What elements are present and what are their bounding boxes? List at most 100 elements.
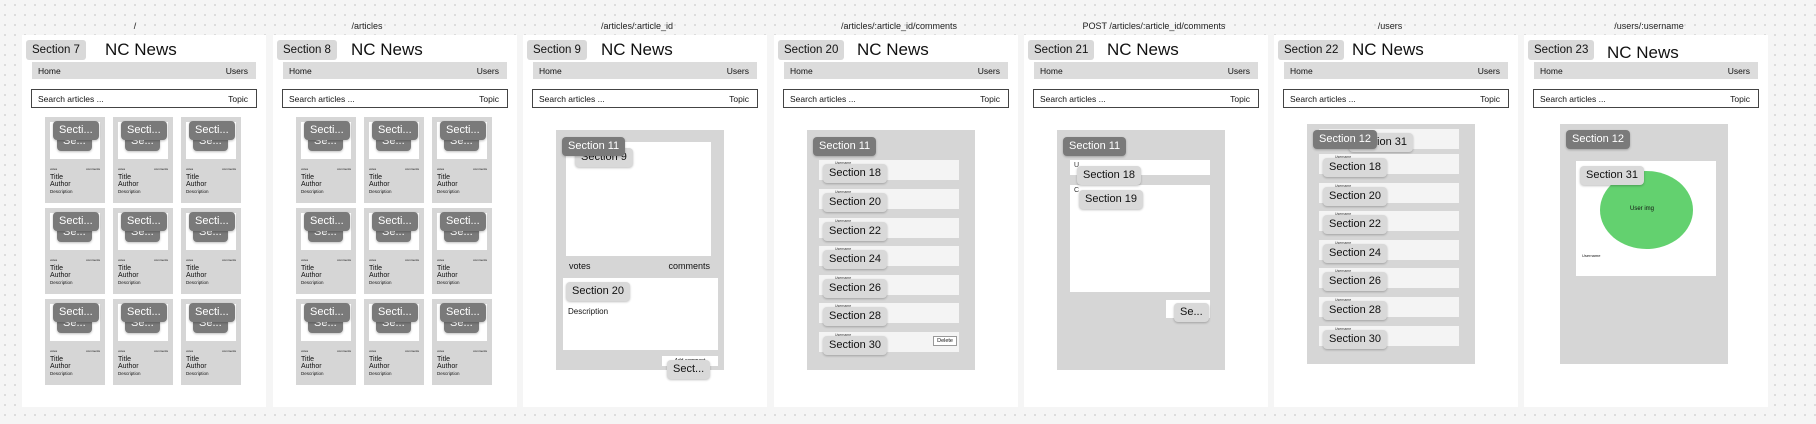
frame-home: Section 7 NC News Home Users Search arti… — [22, 35, 266, 407]
panel-section-tag: Section 12 — [1313, 130, 1377, 149]
topic-dropdown[interactable]: Topic — [1730, 94, 1750, 104]
username-label: Username — [1582, 253, 1601, 258]
article-card[interactable]: Se... Secti... votes comments Title Author Des… — [113, 299, 173, 385]
panel-section-tag: Section 11 — [562, 137, 626, 156]
article-card[interactable]: Se... Secti... votes comments Title Author Des… — [296, 299, 356, 385]
section-tag: Section 19 — [1079, 190, 1143, 209]
body-section-tag: Section 20 — [566, 282, 630, 301]
search-input[interactable]: Search articles ... Topic — [1033, 89, 1259, 108]
frame-section-tag: Section 21 — [1028, 40, 1095, 60]
article-card[interactable]: Se... Secti... votes comments Title Author Des… — [432, 208, 492, 294]
navbar: Home Users — [1534, 62, 1758, 79]
article-description: Description — [568, 307, 609, 316]
nav-users-link[interactable]: Users — [477, 66, 499, 76]
article-card[interactable]: Se... Secti... votes comments Title Author Des… — [364, 208, 424, 294]
user-row[interactable]: Username Section 26 — [1319, 268, 1459, 291]
user-row[interactable]: Username Section 24 — [1319, 240, 1459, 263]
nav-users-link[interactable]: Users — [1228, 66, 1250, 76]
nav-home-link[interactable]: Home — [1040, 66, 1063, 76]
route-label: /articles/:article_id/comments — [840, 21, 958, 31]
route-label: /articles/:article_id — [600, 21, 674, 31]
article-card[interactable]: Se... Secti... votes comments Title Author Des… — [296, 117, 356, 203]
user-row[interactable]: Username Section 22 — [1319, 211, 1459, 234]
search-placeholder: Search articles ... — [1540, 94, 1606, 104]
votes-label: votes — [569, 261, 591, 271]
article-card[interactable]: Se... Secti... votes comments Title Author Des… — [296, 208, 356, 294]
article-card[interactable]: Se... Secti... votes comments Title Author Des… — [45, 208, 105, 294]
comments-label[interactable]: comments — [668, 261, 710, 271]
article-card[interactable]: Se... Secti... votes comments Title Author Des… — [113, 208, 173, 294]
topic-dropdown[interactable]: Topic — [1480, 94, 1500, 104]
comments-panel: Username Section 18 Username Section 20 Us… — [807, 130, 975, 370]
brand-title: NC News — [1107, 40, 1179, 59]
comment-row: Username Section 26 — [819, 275, 959, 298]
nav-home-link[interactable]: Home — [539, 66, 562, 76]
nav-users-link[interactable]: Users — [226, 66, 248, 76]
frame-comments: Section 20 NC News Home Users Search art… — [774, 35, 1018, 407]
topic-dropdown[interactable]: Topic — [228, 94, 248, 104]
route-label: POST /articles/:article_id/comments — [1082, 21, 1226, 31]
user-row[interactable]: Username Section 20 — [1319, 183, 1459, 206]
article-panel: Section 9 Section 11 votes comments Sect… — [556, 130, 724, 379]
frame-users: Section 22 NC News Home Users Search art… — [1274, 35, 1518, 407]
comment-row: Username Section 20 — [819, 189, 959, 212]
search-placeholder: Search articles ... — [790, 94, 856, 104]
post-comment-panel: U C Section 18 Section 19 Se... Section … — [1057, 130, 1225, 370]
frame-user-profile: Section 23 NC News Home Users Search art… — [1524, 35, 1768, 407]
nav-users-link[interactable]: Users — [1478, 66, 1500, 76]
submit-section-tag: Se... — [1174, 303, 1209, 322]
nav-home-link[interactable]: Home — [1290, 66, 1313, 76]
frame-section-tag: Section 23 — [1528, 40, 1595, 60]
topic-dropdown[interactable]: Topic — [729, 94, 749, 104]
nav-home-link[interactable]: Home — [289, 66, 312, 76]
navbar: Home Users — [784, 62, 1008, 79]
article-card[interactable]: Se... Secti... votes comments Title Author Des… — [181, 208, 241, 294]
nav-users-link[interactable]: Users — [1728, 66, 1750, 76]
brand-title: NC News — [105, 40, 177, 59]
search-input[interactable]: Search articles ... Topic — [1533, 89, 1759, 108]
comment-row: Username Section 30 Delete — [819, 332, 959, 355]
topic-dropdown[interactable]: Topic — [1230, 94, 1250, 104]
article-card[interactable]: Se... Secti... votes comments Title Author Des… — [432, 117, 492, 203]
search-placeholder: Search articles ... — [1040, 94, 1106, 104]
user-row[interactable]: Username Section 30 — [1319, 326, 1459, 349]
section-tag: Section 18 — [1077, 166, 1141, 185]
user-row[interactable]: Username Section 28 — [1319, 297, 1459, 320]
article-card[interactable]: Se... Secti... votes comments Title Author Des… — [364, 299, 424, 385]
panel-section-tag: Section 11 — [1063, 137, 1127, 156]
comment-row: Username Section 28 — [819, 303, 959, 326]
profile-panel: User img Username Section 31 Section 12 — [1560, 124, 1728, 364]
comment-row: Username Section 18 — [819, 160, 959, 183]
navbar: Home Users — [1284, 62, 1508, 79]
article-card[interactable]: Se... Secti... votes comments Title Author Des… — [45, 299, 105, 385]
user-row[interactable]: Username Section 18 — [1319, 154, 1459, 177]
search-input[interactable]: Search articles ... Topic — [282, 89, 508, 108]
brand-title: NC News — [857, 40, 929, 59]
topic-dropdown[interactable]: Topic — [980, 94, 1000, 104]
topic-dropdown[interactable]: Topic — [479, 94, 499, 104]
delete-button[interactable]: Delete — [933, 336, 957, 346]
search-input[interactable]: Search articles ... Topic — [31, 89, 257, 108]
article-card[interactable]: Se... Secti... votes comments Title Author Des… — [181, 299, 241, 385]
search-placeholder: Search articles ... — [289, 94, 355, 104]
search-input[interactable]: Search articles ... Topic — [783, 89, 1009, 108]
nav-home-link[interactable]: Home — [790, 66, 813, 76]
frame-post-comment: Section 21 NC News Home Users Search art… — [1024, 35, 1268, 407]
nav-home-link[interactable]: Home — [1540, 66, 1563, 76]
frame-section-tag: Section 8 — [277, 40, 337, 60]
article-card[interactable]: Se... Secti... votes comments Title Author Des… — [113, 117, 173, 203]
route-label: /articles — [351, 21, 383, 31]
route-label: /users/:username — [1614, 21, 1684, 31]
search-input[interactable]: Search articles ... Topic — [532, 89, 758, 108]
article-card[interactable]: Se... Secti... votes comments Title Author Des… — [364, 117, 424, 203]
article-card[interactable]: Se... Secti... votes comments Title Author Des… — [181, 117, 241, 203]
article-card[interactable]: Se... Secti... votes comments Title Author Des… — [432, 299, 492, 385]
nav-home-link[interactable]: Home — [38, 66, 61, 76]
footer-section-tag: Sect... — [667, 360, 711, 379]
users-panel: Section 31 Username Section 18 Username Se… — [1307, 124, 1475, 364]
frame-section-tag: Section 20 — [778, 40, 845, 60]
nav-users-link[interactable]: Users — [978, 66, 1000, 76]
search-input[interactable]: Search articles ... Topic — [1283, 89, 1509, 108]
nav-users-link[interactable]: Users — [727, 66, 749, 76]
article-card[interactable]: Se... Secti... votes comments Title Author Des… — [45, 117, 105, 203]
